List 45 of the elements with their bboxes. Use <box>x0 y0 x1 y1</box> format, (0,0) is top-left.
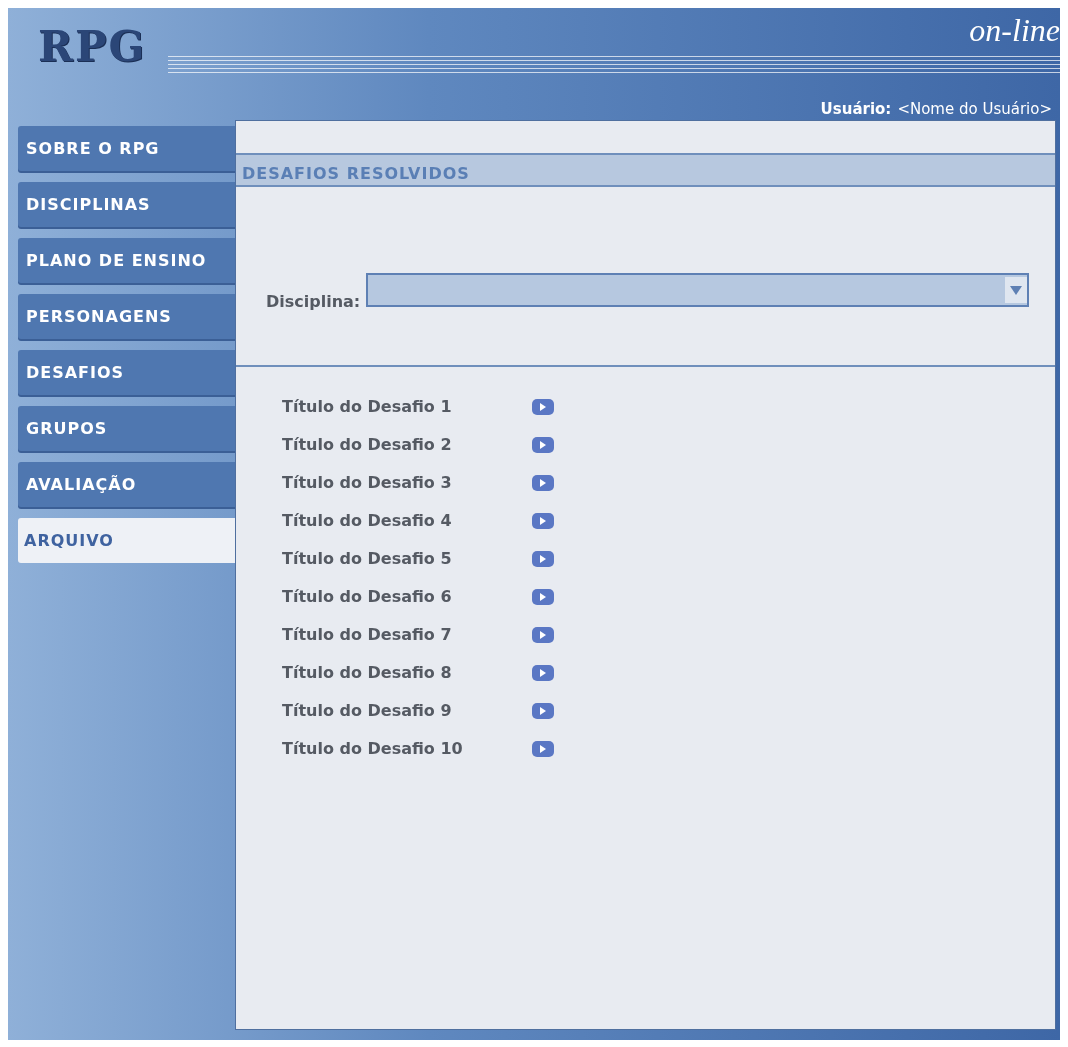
open-button[interactable] <box>532 664 554 681</box>
open-button[interactable] <box>532 398 554 415</box>
challenge-title: Título do Desafio 9 <box>282 701 453 720</box>
play-icon <box>540 478 546 487</box>
section-title: DESAFIOS RESOLVIDOS <box>236 153 1055 187</box>
play-icon <box>540 440 546 449</box>
open-button[interactable] <box>532 588 554 605</box>
menu-item[interactable]: ARQUIVO <box>18 518 235 563</box>
challenge-title: Título do Desafio 10 <box>282 739 464 758</box>
tagline: on-line <box>969 12 1060 49</box>
play-icon <box>540 744 546 753</box>
discipline-dropdown[interactable] <box>366 273 1029 307</box>
challenge-title: Título do Desafio 6 <box>282 587 453 606</box>
open-button[interactable] <box>532 474 554 491</box>
play-icon <box>540 592 546 601</box>
play-icon <box>540 706 546 715</box>
open-button[interactable] <box>532 436 554 453</box>
challenge-title: Título do Desafio 7 <box>282 625 453 644</box>
open-button[interactable] <box>532 740 554 757</box>
user-label: Usuário: <box>820 100 892 118</box>
open-button[interactable] <box>532 626 554 643</box>
menu-item[interactable]: DESAFIOS <box>18 350 235 395</box>
open-button[interactable] <box>532 512 554 529</box>
play-icon <box>540 668 546 677</box>
challenge-title: Título do Desafio 5 <box>282 549 453 568</box>
menu-item[interactable]: GRUPOS <box>18 406 235 451</box>
filter-label: Disciplina: <box>266 291 361 311</box>
menu-item[interactable]: AVALIAÇÃO <box>18 462 235 507</box>
menu-item[interactable]: DISCIPLINAS <box>18 182 235 227</box>
open-button[interactable] <box>532 550 554 567</box>
challenge-title: Título do Desafio 4 <box>282 511 453 530</box>
challenge-title: Título do Desafio 2 <box>282 435 453 454</box>
play-icon <box>540 630 546 639</box>
challenge-title: Título do Desafio 1 <box>282 397 453 416</box>
open-button[interactable] <box>532 702 554 719</box>
play-icon <box>540 516 546 525</box>
menu-item[interactable]: PLANO DE ENSINO <box>18 238 235 283</box>
play-icon <box>540 402 546 411</box>
play-icon <box>540 554 546 563</box>
challenge-title: Título do Desafio 8 <box>282 663 453 682</box>
challenge-title: Título do Desafio 3 <box>282 473 453 492</box>
logo: RPG <box>38 22 147 71</box>
user-name: <Nome do Usuário> <box>897 100 1052 118</box>
menu-item[interactable]: SOBRE O RPG <box>18 126 235 171</box>
menu-item[interactable]: PERSONAGENS <box>18 294 235 339</box>
